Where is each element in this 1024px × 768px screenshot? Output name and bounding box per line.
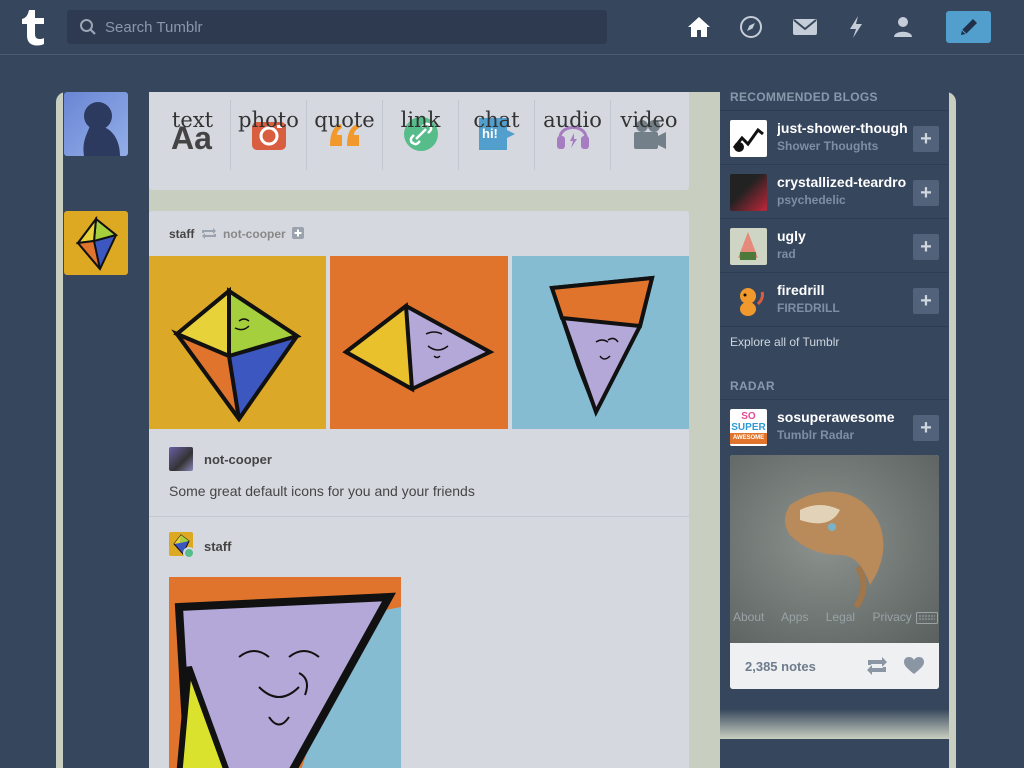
- post-divider: [149, 516, 689, 517]
- right-sidebar: RECOMMENDED BLOGS just-shower-thoughts S…: [720, 82, 949, 768]
- radar-avatar-line: SO: [741, 411, 756, 422]
- compose-button[interactable]: [946, 11, 991, 43]
- photoset-image-2[interactable]: [330, 256, 508, 429]
- radar-blog-name[interactable]: sosuperawesome: [777, 409, 907, 425]
- post-type-quote[interactable]: quote: [307, 100, 383, 170]
- footer-link-privacy[interactable]: Privacy: [872, 610, 911, 624]
- sidebar-divider: [720, 326, 949, 327]
- post-type-video[interactable]: video: [611, 100, 687, 170]
- photoset[interactable]: [149, 256, 689, 429]
- keyboard-icon[interactable]: [916, 612, 938, 624]
- follow-button[interactable]: +: [913, 234, 939, 260]
- notes-count[interactable]: 2,385 notes: [745, 659, 816, 674]
- blog-avatar[interactable]: [730, 282, 767, 319]
- explore-link[interactable]: Explore all of Tumblr: [730, 335, 839, 349]
- recommended-blogs-title: RECOMMENDED BLOGS: [730, 90, 878, 104]
- explore-icon[interactable]: [738, 14, 764, 40]
- post-type-bar: text Aa photo quote link chat hi! audio …: [149, 92, 689, 190]
- post-type-label: chat: [473, 108, 520, 132]
- radar-post-card[interactable]: About Apps Legal Privacy 2,385 notes: [730, 455, 939, 689]
- radar-blog-avatar[interactable]: SO SUPER AWESOME: [730, 409, 767, 446]
- post-type-audio[interactable]: audio: [535, 100, 611, 170]
- radar-post-footer: 2,385 notes: [730, 643, 939, 689]
- top-navigation-bar: [0, 0, 1024, 55]
- recommended-blog-item[interactable]: firedrill FIREDRILL +: [720, 272, 949, 326]
- blog-avatar[interactable]: [730, 120, 767, 157]
- blog-title: Shower Thoughts: [777, 139, 879, 153]
- blog-title: rad: [777, 247, 796, 261]
- radar-blog-item[interactable]: SO SUPER AWESOME sosuperawesome Tumblr R…: [720, 399, 949, 453]
- search-box[interactable]: [67, 10, 607, 44]
- post-type-photo[interactable]: photo: [231, 100, 307, 170]
- photoset-image-3[interactable]: [512, 256, 689, 429]
- post-type-label: quote: [314, 108, 375, 132]
- radar-blog-title: Tumblr Radar: [777, 428, 855, 442]
- reblogger-username[interactable]: staff: [204, 539, 231, 554]
- blog-name[interactable]: ugly: [777, 228, 907, 244]
- recommended-blog-item[interactable]: ugly rad +: [720, 218, 949, 272]
- post-type-text[interactable]: text Aa: [155, 100, 231, 170]
- sidebar-fade: [720, 709, 949, 739]
- post-type-label: link: [400, 108, 441, 132]
- follow-button[interactable]: +: [913, 288, 939, 314]
- radar-avatar-line: AWESOME: [730, 433, 767, 444]
- post-type-chat[interactable]: chat hi!: [459, 100, 535, 170]
- follow-button[interactable]: +: [913, 415, 939, 441]
- footer-links: About Apps Legal Privacy: [733, 610, 926, 624]
- post-type-label: audio: [543, 108, 602, 132]
- user-avatar[interactable]: [64, 92, 128, 156]
- pencil-icon: [960, 19, 977, 35]
- source-avatar[interactable]: [169, 447, 193, 471]
- post-type-label: text: [171, 108, 214, 132]
- reblog-icon: [201, 228, 216, 239]
- home-icon[interactable]: [686, 14, 712, 40]
- radar-post-image[interactable]: About Apps Legal Privacy: [730, 455, 939, 643]
- reblog-icon[interactable]: [866, 657, 888, 675]
- dashboard-post: staff not-cooper not-cooper Some great d…: [149, 211, 689, 768]
- follow-button[interactable]: +: [913, 180, 939, 206]
- heart-icon[interactable]: [904, 657, 924, 675]
- blog-title: psychedelic: [777, 193, 846, 207]
- footer-link-apps[interactable]: Apps: [781, 610, 808, 624]
- post-type-label: video: [620, 108, 678, 132]
- follow-button[interactable]: +: [913, 126, 939, 152]
- post-type-label: photo: [238, 108, 299, 132]
- search-icon: [80, 19, 96, 35]
- post-caption: Some great default icons for you and you…: [169, 483, 475, 499]
- staff-avatar[interactable]: [64, 211, 128, 275]
- footer-link-legal[interactable]: Legal: [826, 610, 855, 624]
- blog-name[interactable]: crystallized-teardrops: [777, 174, 907, 190]
- recommended-blog-item[interactable]: crystallized-teardrops psychedelic +: [720, 164, 949, 218]
- radar-title: RADAR: [730, 379, 775, 393]
- radar-avatar-line: SUPER: [731, 422, 766, 433]
- recommended-blog-item[interactable]: just-shower-thoughts Shower Thoughts +: [720, 110, 949, 164]
- post-header: staff not-cooper: [169, 227, 305, 241]
- tumblr-logo-icon[interactable]: [18, 8, 50, 46]
- blog-avatar[interactable]: [730, 228, 767, 265]
- post-author[interactable]: staff: [169, 227, 194, 241]
- reblogged-from-link[interactable]: not-cooper: [223, 227, 286, 241]
- blog-name[interactable]: just-shower-thoughts: [777, 120, 907, 136]
- source-username[interactable]: not-cooper: [204, 452, 272, 467]
- post-type-link[interactable]: link: [383, 100, 459, 170]
- reblog-badge-icon: [183, 547, 195, 559]
- inbox-icon[interactable]: [792, 14, 818, 40]
- follow-plus-icon[interactable]: [292, 227, 305, 239]
- search-input[interactable]: [105, 10, 595, 44]
- blog-title: FIREDRILL: [777, 301, 840, 315]
- photoset-image-1[interactable]: [149, 256, 326, 429]
- post-image[interactable]: [169, 577, 401, 768]
- activity-icon[interactable]: [843, 14, 869, 40]
- account-icon[interactable]: [890, 14, 916, 40]
- avatar-column: [63, 92, 149, 768]
- blog-avatar[interactable]: [730, 174, 767, 211]
- blog-name[interactable]: firedrill: [777, 282, 907, 298]
- footer-link-about[interactable]: About: [733, 610, 764, 624]
